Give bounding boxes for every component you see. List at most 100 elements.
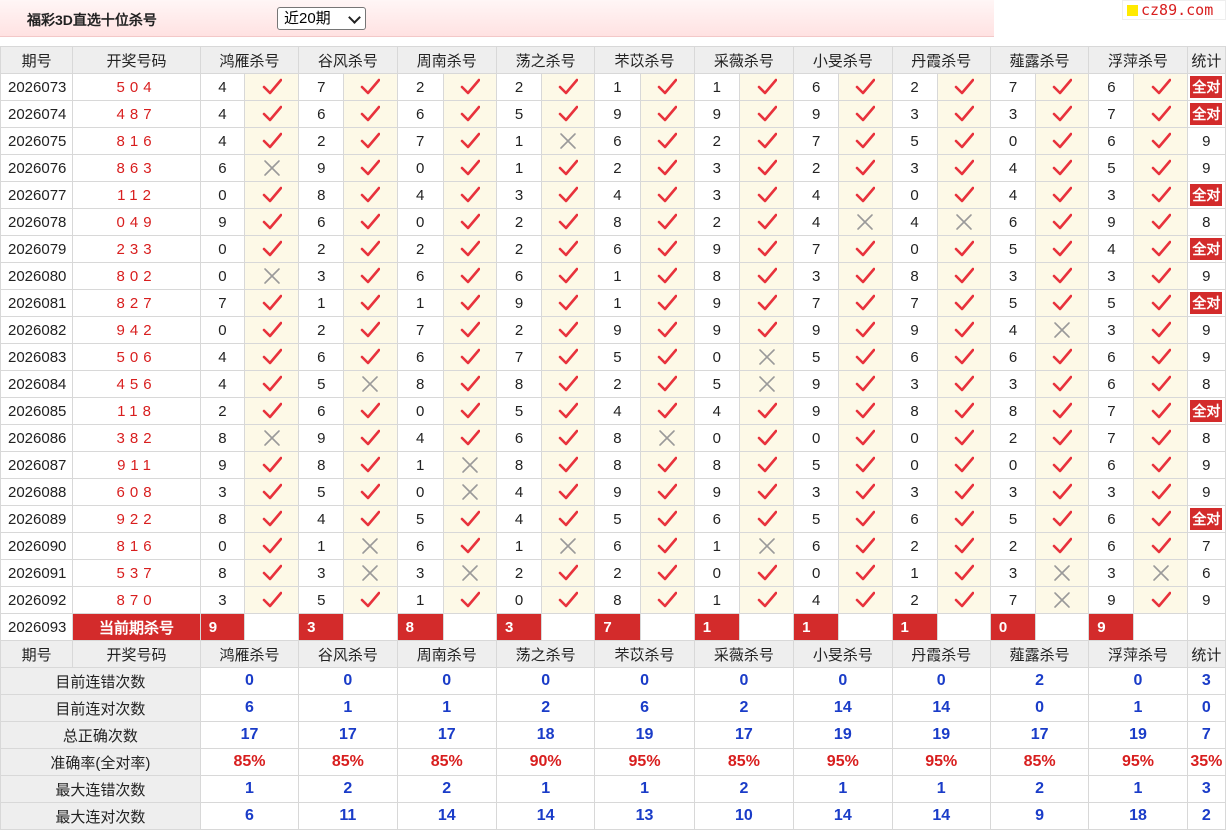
check-icon	[954, 294, 974, 311]
result-cell	[838, 370, 893, 398]
result-cell	[1035, 208, 1090, 236]
check-icon	[657, 105, 678, 122]
issue-cell: 2026086	[0, 424, 74, 452]
kill-number-cell: 8	[594, 586, 641, 614]
check-icon	[558, 348, 579, 365]
result-cell	[838, 424, 893, 452]
check-icon	[954, 186, 974, 203]
site-logo[interactable]: cz89.com	[1122, 0, 1226, 20]
result-cell	[1035, 505, 1090, 533]
check-icon	[361, 456, 381, 473]
result-cell	[1035, 559, 1090, 587]
result-cell	[936, 208, 991, 236]
result-cell	[639, 262, 695, 290]
kill-number-cell: 3	[793, 262, 840, 290]
result-cell	[442, 505, 497, 533]
kill-number-cell: 9	[594, 478, 641, 506]
current-kill-cell: 3	[495, 613, 543, 641]
stats-value: 6	[199, 802, 300, 830]
kill-number-cell: 1	[495, 127, 543, 155]
check-icon	[361, 105, 381, 122]
cross-icon	[1054, 322, 1070, 338]
kill-number-cell: 0	[495, 586, 543, 614]
check-icon	[558, 321, 579, 338]
kill-number-cell: 3	[199, 586, 245, 614]
result-cell	[343, 154, 398, 182]
check-icon	[954, 132, 974, 149]
kill-number-cell: 0	[891, 181, 938, 209]
table-row: 2026081 827 7 1 1 9 1 9 7 7 5 5 全对	[0, 289, 1226, 317]
result-cell	[442, 208, 497, 236]
kill-number-cell: 2	[495, 235, 543, 263]
result-cell	[1035, 289, 1090, 317]
stats-value: 6	[594, 694, 695, 722]
result-cell	[639, 235, 695, 263]
check-icon	[1052, 186, 1073, 203]
result-cell	[243, 235, 300, 263]
result-cell	[838, 451, 893, 479]
draw-number-cell: 802	[72, 262, 201, 290]
stat-cell: 9	[1186, 451, 1226, 479]
table-row: 2026090 816 0 1 6 1 6 1 6 2 2 6 7	[0, 532, 1226, 560]
kill-number-cell: 2	[495, 208, 543, 236]
result-cell	[243, 370, 300, 398]
check-icon	[262, 186, 282, 203]
stats-value: 85%	[693, 748, 795, 776]
result-cell	[738, 73, 795, 101]
check-icon	[1052, 456, 1073, 473]
check-icon	[856, 186, 876, 203]
result-cell	[738, 154, 795, 182]
stats-value: 0	[199, 667, 300, 695]
result-cell	[838, 235, 893, 263]
cross-icon	[659, 430, 675, 446]
kill-number-cell: 9	[298, 424, 345, 452]
check-icon	[954, 267, 974, 284]
kill-number-cell: 8	[693, 262, 740, 290]
kill-number-cell: 2	[989, 532, 1037, 560]
stat-cell: 9	[1186, 262, 1226, 290]
draw-number-cell: 382	[72, 424, 201, 452]
kill-number-cell: 6	[891, 505, 938, 533]
result-cell	[1133, 505, 1188, 533]
result-cell	[243, 397, 300, 425]
current-blank-cell	[243, 613, 300, 641]
result-cell	[1133, 208, 1188, 236]
kill-number-cell: 8	[891, 262, 938, 290]
stats-row: 总正确次数 17 17 17 18 19 17 19 19 17 19 7	[0, 721, 1226, 749]
kill-number-cell: 3	[1088, 478, 1135, 506]
issue-cell: 2026089	[0, 505, 74, 533]
check-icon	[262, 456, 282, 473]
result-cell	[243, 586, 300, 614]
kill-number-cell: 1	[693, 586, 740, 614]
check-icon	[954, 321, 974, 338]
draw-number-cell: 816	[72, 532, 201, 560]
period-select[interactable]: 近20期	[277, 7, 366, 30]
result-cell	[738, 505, 795, 533]
check-icon	[558, 456, 579, 473]
column-header-method: 丹霞杀号	[891, 640, 991, 668]
check-icon	[1151, 429, 1171, 446]
check-icon	[1151, 591, 1171, 608]
kill-number-cell: 2	[793, 154, 840, 182]
kill-number-cell: 5	[495, 397, 543, 425]
stats-label: 总正确次数	[0, 721, 201, 749]
stat-cell: 全对	[1186, 235, 1226, 263]
stats-value: 14	[793, 694, 893, 722]
stats-value: 17	[199, 721, 300, 749]
kill-number-cell: 3	[989, 262, 1037, 290]
table-row: 2026077 112 0 8 4 3 4 3 4 0 4 3 全对	[0, 181, 1226, 209]
check-icon	[460, 213, 480, 230]
result-cell	[639, 289, 695, 317]
check-icon	[1151, 483, 1171, 500]
check-icon	[1151, 267, 1171, 284]
cross-icon	[1054, 592, 1070, 608]
kill-number-cell: 6	[989, 343, 1037, 371]
current-blank-cell	[442, 613, 497, 641]
result-cell	[738, 370, 795, 398]
check-icon	[460, 591, 480, 608]
kill-number-cell: 3	[989, 100, 1037, 128]
check-icon	[856, 294, 876, 311]
result-cell	[243, 127, 300, 155]
cross-icon	[857, 214, 874, 230]
kill-number-cell: 8	[594, 208, 641, 236]
